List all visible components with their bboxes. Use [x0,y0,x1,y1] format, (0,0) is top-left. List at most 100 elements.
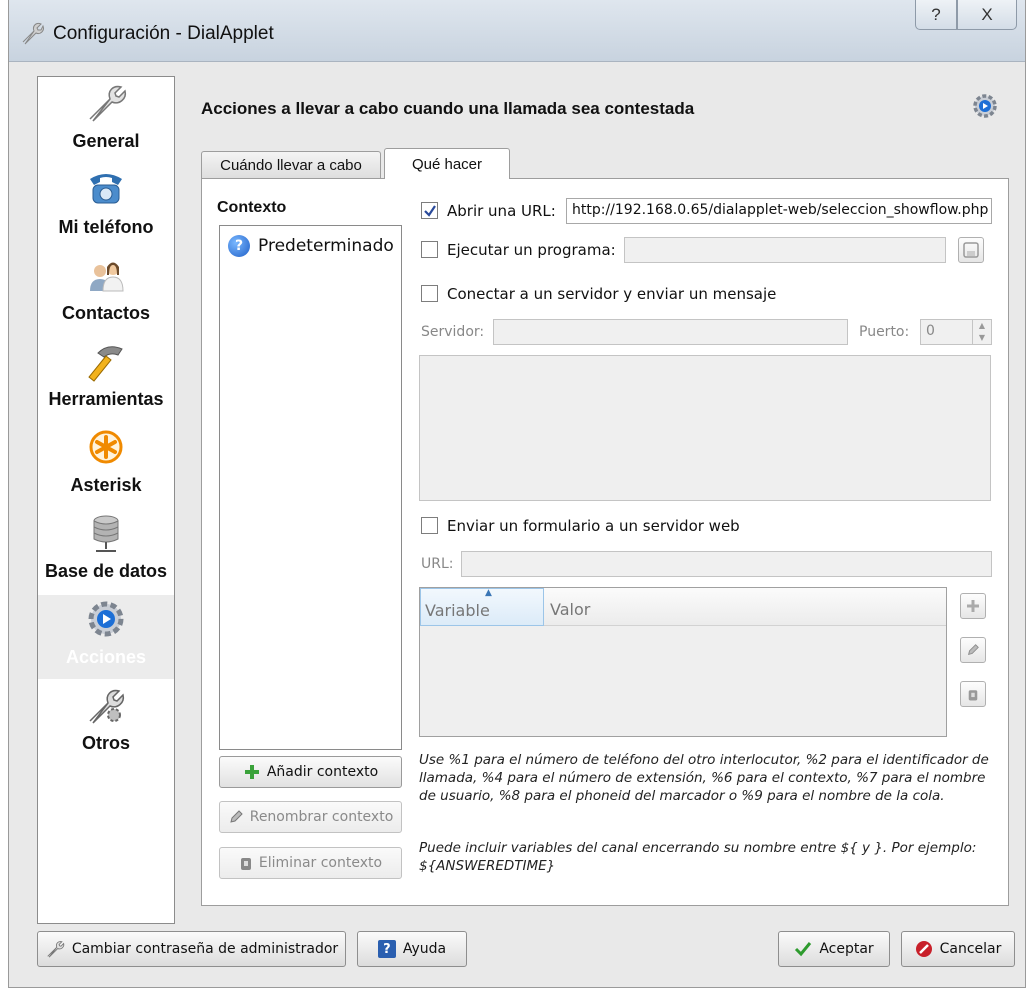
trash-icon [968,689,978,700]
asterisk-icon [89,430,123,464]
rename-context-button[interactable]: Renombrar contexto [219,801,402,833]
question-icon: ? [228,235,250,257]
sidebar-item-label: Otros [81,733,130,753]
port-spin-buttons[interactable]: ▲ ▼ [972,320,991,344]
title-close-button[interactable]: X [957,0,1017,30]
server-field[interactable] [493,319,848,345]
tools-icon [89,689,125,724]
open-url-checkbox[interactable] [421,202,438,219]
sidebar-item-label: Base de datos [44,561,168,581]
url-label: URL: [421,556,454,572]
table-header: ▲ Variable Valor [420,588,946,626]
column-header-variable[interactable]: ▲ Variable [420,588,544,626]
browse-program-button[interactable] [958,237,984,263]
variables-table[interactable]: ▲ Variable Valor [419,587,947,737]
tab-que-hacer[interactable]: Qué hacer [384,148,510,179]
send-form-label: Enviar un formulario a un servidor web [447,517,740,535]
server-label: Servidor: [421,324,485,340]
sidebar-item-base-de-datos[interactable]: Base de datos [38,509,174,593]
sidebar-item-label: Asterisk [70,475,142,495]
delete-variable-button[interactable] [960,681,986,707]
tab-panel-que-hacer: Contexto ? Predeterminado Añadir context… [201,178,1009,906]
cancel-icon [915,941,932,957]
column-header-valor[interactable]: Valor [550,600,590,619]
column-label: Variable [425,601,490,620]
sidebar-item-contactos[interactable]: Contactos [38,251,174,335]
accept-label: Aceptar [819,941,874,957]
connect-server-label: Conectar a un servidor y enviar un mensa… [447,285,777,303]
sidebar-item-otros[interactable]: Otros [38,681,174,765]
sidebar-item-acciones[interactable]: Acciones [38,595,174,679]
sidebar-item-mi-telefono[interactable]: Mi teléfono [38,165,174,249]
title-bar: Configuración - DialApplet ? X [9,0,1025,62]
config-window: Configuración - DialApplet ? X General M… [8,0,1026,988]
port-label: Puerto: [859,324,910,340]
edit-variable-button[interactable] [960,637,986,663]
help-text-variables: Puede incluir variables del canal encerr… [419,840,977,874]
plus-icon [244,765,259,779]
gear-icon [88,601,124,637]
add-context-button[interactable]: Añadir contexto [219,756,402,788]
list-item[interactable]: ? Predeterminado [224,232,396,260]
change-admin-password-button[interactable]: Cambiar contraseña de administrador [37,931,346,967]
window-title: Configuración - DialApplet [53,23,274,44]
open-url-field[interactable]: http://192.168.0.65/dialapplet-web/selec… [566,198,992,224]
gear-icon [973,94,997,118]
settings-sidebar: General Mi teléfono Contactos Herramient… [37,76,175,924]
wrench-icon [22,23,44,45]
help-text-placeholders: Use %1 para el número de teléfono del ot… [419,752,989,804]
database-icon [93,515,119,552]
sort-up-icon: ▲ [485,588,492,598]
sidebar-item-label: General [72,131,140,151]
connect-server-checkbox[interactable] [421,285,438,302]
help-icon: ? [931,4,941,24]
run-program-label: Ejecutar un programa: [447,241,616,259]
sidebar-item-general[interactable]: General [38,79,174,163]
context-list[interactable]: ? Predeterminado [219,225,402,750]
context-title: Contexto [217,199,287,216]
save-icon [963,242,979,258]
rename-context-label: Renombrar contexto [249,809,394,825]
context-item-label: Predeterminado [258,236,394,256]
accept-button[interactable]: Aceptar [778,931,890,967]
contacts-icon [90,262,124,292]
page-title: Acciones a llevar a cabo cuando una llam… [201,99,695,118]
sidebar-item-label: Herramientas [48,389,164,409]
delete-context-button[interactable]: Eliminar contexto [219,847,402,879]
change-admin-password-label: Cambiar contraseña de administrador [71,941,339,957]
chevron-up-icon[interactable]: ▲ [973,320,991,332]
sidebar-item-label: Contactos [61,303,150,323]
message-textarea[interactable] [419,355,991,501]
help-book-icon: ? [377,940,396,958]
add-variable-button[interactable] [960,593,986,619]
hammer-icon [88,346,123,382]
sidebar-item-herramientas[interactable]: Herramientas [38,337,174,421]
pencil-icon [968,644,979,655]
trash-icon [240,858,251,870]
pencil-icon [230,810,243,823]
run-program-checkbox[interactable] [421,241,438,258]
cancel-button[interactable]: Cancelar [901,931,1015,967]
run-program-field[interactable] [624,237,946,263]
add-context-label: Añadir contexto [266,764,379,780]
wrench-icon [47,941,65,958]
sidebar-item-label: Mi teléfono [58,217,154,237]
port-value: 0 [926,323,935,339]
checkmark-icon [423,204,436,217]
close-icon: X [981,4,993,24]
checkmark-icon [795,942,812,957]
open-url-label: Abrir una URL: [447,202,556,220]
send-form-checkbox[interactable] [421,517,438,534]
wrench-icon [89,85,127,122]
chevron-down-icon[interactable]: ▼ [973,332,991,344]
tab-cuando-llevar-a-cabo[interactable]: Cuándo llevar a cabo [201,151,381,178]
help-label: Ayuda [402,941,447,957]
title-help-button[interactable]: ? [915,0,957,30]
sidebar-item-label: Acciones [65,647,147,667]
sidebar-item-asterisk[interactable]: Asterisk [38,423,174,507]
form-url-field[interactable] [461,551,992,577]
telephone-icon [90,174,122,204]
help-button[interactable]: ? Ayuda [357,931,467,967]
delete-context-label: Eliminar contexto [258,855,383,871]
plus-icon [967,600,979,612]
